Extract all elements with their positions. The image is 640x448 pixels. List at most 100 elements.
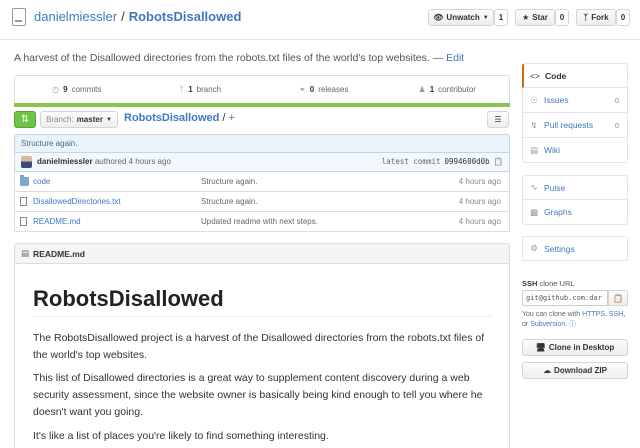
clone-ssh-link[interactable]: SSH bbox=[609, 311, 623, 318]
sidebar-item-pull-requests[interactable]: ↯ Pull requests 0 bbox=[522, 113, 628, 138]
sidebar-item-code[interactable]: <> Code bbox=[522, 63, 628, 88]
book-icon: ▤ bbox=[21, 248, 30, 258]
clipboard-icon[interactable]: 📋 bbox=[494, 157, 503, 166]
readme-paragraph: This list of Disallowed directories is a… bbox=[33, 372, 483, 418]
clone-or-text: or bbox=[522, 321, 529, 328]
watch-count[interactable]: 1 bbox=[494, 9, 508, 26]
sidebar-label: Settings bbox=[544, 243, 575, 254]
star-count[interactable]: 0 bbox=[555, 9, 569, 26]
cloud-download-icon: ☁ bbox=[543, 366, 552, 375]
file-age: 4 hours ago bbox=[458, 197, 501, 206]
question-icon[interactable]: ⓘ bbox=[569, 321, 576, 328]
branch-select[interactable]: Branch: master ▼ bbox=[40, 111, 118, 128]
releases-label: releases bbox=[318, 85, 349, 94]
issue-opened-icon: ☉ bbox=[530, 94, 538, 105]
commit-sha-link[interactable]: 0994600d0b bbox=[445, 157, 490, 166]
readme-filename: README.md bbox=[33, 248, 85, 259]
sidebar-label: Issues bbox=[544, 95, 569, 105]
file-row[interactable]: DisallowedDirectories.txt Structure agai… bbox=[14, 192, 510, 212]
latest-commit-label: latest commit bbox=[381, 157, 441, 166]
sidebar-label: Pulse bbox=[544, 182, 566, 193]
language-bar[interactable] bbox=[14, 103, 510, 107]
releases-link[interactable]: ⚭ 0 releases bbox=[262, 76, 386, 103]
list-icon: ☰ bbox=[494, 115, 502, 124]
pulls-count: 0 bbox=[614, 120, 619, 130]
clone-in-desktop-button[interactable]: 🖥 Clone in Desktop bbox=[522, 339, 628, 356]
breadcrumb: RobotsDisallowed / + bbox=[124, 112, 235, 124]
commit-message[interactable]: Structure again. bbox=[14, 134, 510, 153]
sidebar-label: Wiki bbox=[544, 145, 561, 155]
issues-count: 0 bbox=[614, 95, 619, 105]
file-commit-message[interactable]: Structure again. bbox=[201, 177, 257, 186]
clone-url-label: SSH clone URL bbox=[522, 279, 575, 288]
clone-url-input[interactable]: git@github.com:dar bbox=[522, 290, 608, 306]
branches-count: 1 bbox=[188, 85, 193, 94]
branches-link[interactable]: ᛉ 1 branch bbox=[139, 76, 263, 103]
branch-prefix: Branch: bbox=[46, 115, 74, 124]
file-text-icon bbox=[20, 217, 27, 226]
repo-icon bbox=[12, 8, 26, 26]
numbers-summary: ◷ 9 commits ᛉ 1 branch ⚭ 0 releases ♟ 1 … bbox=[14, 75, 510, 103]
sidebar-label: Graphs bbox=[544, 207, 572, 217]
history-icon: ◷ bbox=[52, 85, 60, 94]
folder-icon bbox=[20, 175, 29, 186]
commit-author-name[interactable]: danielmiessler bbox=[37, 157, 93, 166]
commit-time: authored 4 hours ago bbox=[94, 157, 171, 166]
copy-clone-url-button[interactable]: 📋 bbox=[608, 290, 628, 306]
clone-subversion-link[interactable]: Subversion bbox=[530, 321, 565, 328]
repo-name-link[interactable]: RobotsDisallowed bbox=[129, 9, 242, 24]
repo-title: danielmiessler / RobotsDisallowed bbox=[34, 9, 241, 24]
fork-button[interactable]: ᛉ Fork bbox=[576, 9, 616, 26]
branches-label: branch bbox=[196, 85, 222, 94]
file-name-link[interactable]: DisallowedDirectories.txt bbox=[33, 197, 121, 206]
edit-description-link[interactable]: Edit bbox=[446, 52, 464, 64]
history-list-button[interactable]: ☰ bbox=[487, 111, 509, 128]
commit-author: danielmiessler authored 4 hours ago bbox=[37, 157, 171, 166]
breadcrumb-repo-link[interactable]: RobotsDisallowed bbox=[124, 112, 219, 124]
sidebar-item-wiki[interactable]: ▤ Wiki bbox=[522, 138, 628, 163]
star-button[interactable]: ★ Star bbox=[515, 9, 555, 26]
file-name-link[interactable]: README.md bbox=[33, 217, 81, 226]
commits-link[interactable]: ◷ 9 commits bbox=[15, 76, 139, 103]
owner-link[interactable]: danielmiessler bbox=[34, 9, 117, 24]
clone-url-text: clone URL bbox=[539, 279, 575, 288]
readme-title: RobotsDisallowed bbox=[33, 286, 224, 311]
clone-help-text: You can clone with HTTPS, SSH, or Subver… bbox=[522, 311, 626, 328]
star-icon: ★ bbox=[522, 13, 530, 22]
file-age: 4 hours ago bbox=[458, 177, 501, 186]
tag-icon: ⚭ bbox=[299, 85, 306, 94]
file-row[interactable]: README.md Updated readme with next steps… bbox=[14, 212, 510, 232]
clone-https-link[interactable]: HTTPS bbox=[582, 311, 605, 318]
book-icon: ▤ bbox=[529, 144, 539, 155]
graph-icon: ▩ bbox=[529, 206, 539, 217]
contributors-link[interactable]: ♟ 1 contributor bbox=[386, 76, 510, 103]
sidebar-item-pulse[interactable]: ∿ Pulse bbox=[522, 175, 628, 200]
organization-icon: ♟ bbox=[418, 85, 426, 94]
file-commit-message[interactable]: Structure again. bbox=[201, 197, 257, 206]
file-commit-message[interactable]: Updated readme with next steps. bbox=[201, 217, 318, 226]
file-row[interactable]: code Structure again. 4 hours ago bbox=[14, 172, 510, 192]
releases-count: 0 bbox=[309, 85, 315, 94]
readme-paragraph: The RobotsDisallowed project is a harves… bbox=[33, 332, 485, 361]
file-text-icon bbox=[20, 197, 27, 206]
git-pull-request-icon: ↯ bbox=[530, 119, 538, 130]
sidebar-item-graphs[interactable]: ▩ Graphs bbox=[522, 200, 628, 225]
commits-count: 9 bbox=[63, 85, 68, 94]
sidebar-item-issues[interactable]: ☉ Issues 0 bbox=[522, 88, 628, 113]
file-name-link[interactable]: code bbox=[33, 177, 50, 186]
description-text: A harvest of the Disallowed directories … bbox=[14, 52, 444, 64]
breadcrumb-separator: / bbox=[222, 112, 226, 124]
clone-desktop-label: Clone in Desktop bbox=[548, 343, 615, 352]
download-zip-button[interactable]: ☁ Download ZIP bbox=[522, 362, 628, 379]
fork-count[interactable]: 0 bbox=[616, 9, 630, 26]
compare-review-button[interactable]: ⇅ bbox=[14, 111, 36, 128]
latest-commit: latest commit 0994600d0b 📋 bbox=[382, 157, 503, 166]
new-file-button[interactable]: + bbox=[229, 112, 235, 124]
avatar[interactable] bbox=[21, 156, 32, 168]
unwatch-button[interactable]: 👁 Unwatch ▼ bbox=[428, 9, 494, 26]
clone-protocol: SSH bbox=[522, 279, 538, 288]
readme-title-rule bbox=[33, 316, 491, 317]
download-zip-label: Download ZIP bbox=[554, 366, 607, 375]
clipboard-icon: 📋 bbox=[613, 293, 623, 303]
sidebar-item-settings[interactable]: ⚙ Settings bbox=[522, 236, 628, 261]
